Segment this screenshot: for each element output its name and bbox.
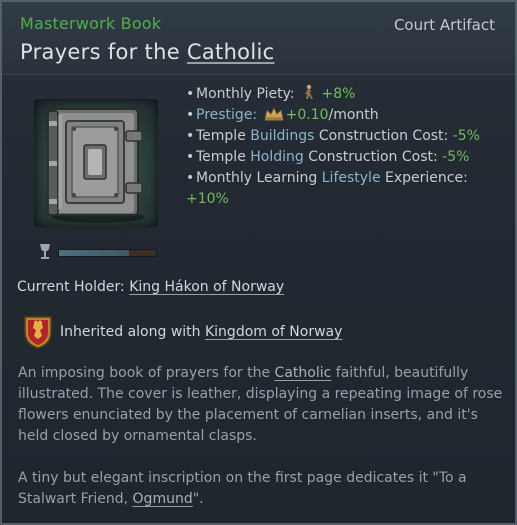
modifier-learning-value: +10% (186, 191, 229, 207)
modifier-prestige: Prestige: +0.10/month (186, 105, 496, 126)
holding-link[interactable]: Holding (250, 149, 304, 165)
faith-link[interactable]: Catholic (187, 40, 275, 64)
artifact-title: Prayers for the Catholic (20, 40, 274, 64)
description-paragraph: An imposing book of prayers for the Cath… (18, 365, 503, 444)
tooltip-header: Masterwork Book Court Artifact Prayers f… (2, 2, 515, 75)
inscription-paragraph: A tiny but elegant inscription on the fi… (18, 470, 467, 507)
current-holder: Current Holder: King Hákon of Norway (17, 279, 284, 295)
goblet-icon (40, 244, 50, 259)
condition-bar-fill (59, 250, 129, 256)
artifact-image-frame (34, 99, 158, 227)
piety-value: +8% (321, 86, 356, 102)
buildings-link[interactable]: Buildings (250, 128, 314, 144)
modifier-temple-holding: Temple Holding Construction Cost: -5% (186, 147, 496, 168)
artifact-category: Masterwork Book (20, 14, 162, 33)
inherited-with: Inherited along with Kingdom of Norway (22, 314, 342, 350)
artifact-type-label: Court Artifact (393, 16, 495, 34)
holder-label: Current Holder: (17, 279, 125, 295)
piety-icon (305, 84, 314, 99)
faith-link-description[interactable]: Catholic (275, 365, 332, 381)
modifier-list: Monthly Piety: +8% Prestige: +0.10/month… (186, 84, 496, 210)
artifact-tooltip: Masterwork Book Court Artifact Prayers f… (0, 0, 517, 525)
title-link[interactable]: Kingdom of Norway (205, 324, 342, 340)
modifier-temple-buildings: Temple Buildings Construction Cost: -5% (186, 126, 496, 147)
book-icon (47, 108, 144, 223)
lifestyle-link[interactable]: Lifestyle (322, 170, 381, 186)
artifact-condition (36, 243, 160, 261)
modifier-learning-lifestyle: Monthly Learning Lifestyle Experience: (186, 168, 496, 189)
coat-of-arms-icon[interactable] (22, 314, 54, 350)
title-prefix: Prayers for the (20, 40, 180, 64)
inherit-label: Inherited along with (60, 324, 201, 340)
prestige-value: +0.10 (285, 107, 329, 123)
crown-icon (264, 107, 284, 121)
modifier-piety: Monthly Piety: +8% (186, 84, 496, 105)
artifact-description: An imposing book of prayers for the Cath… (18, 363, 503, 523)
holder-name-link[interactable]: King Hákon of Norway (129, 279, 284, 295)
condition-bar (58, 249, 157, 257)
ogmund-link[interactable]: Ogmund (133, 491, 193, 507)
